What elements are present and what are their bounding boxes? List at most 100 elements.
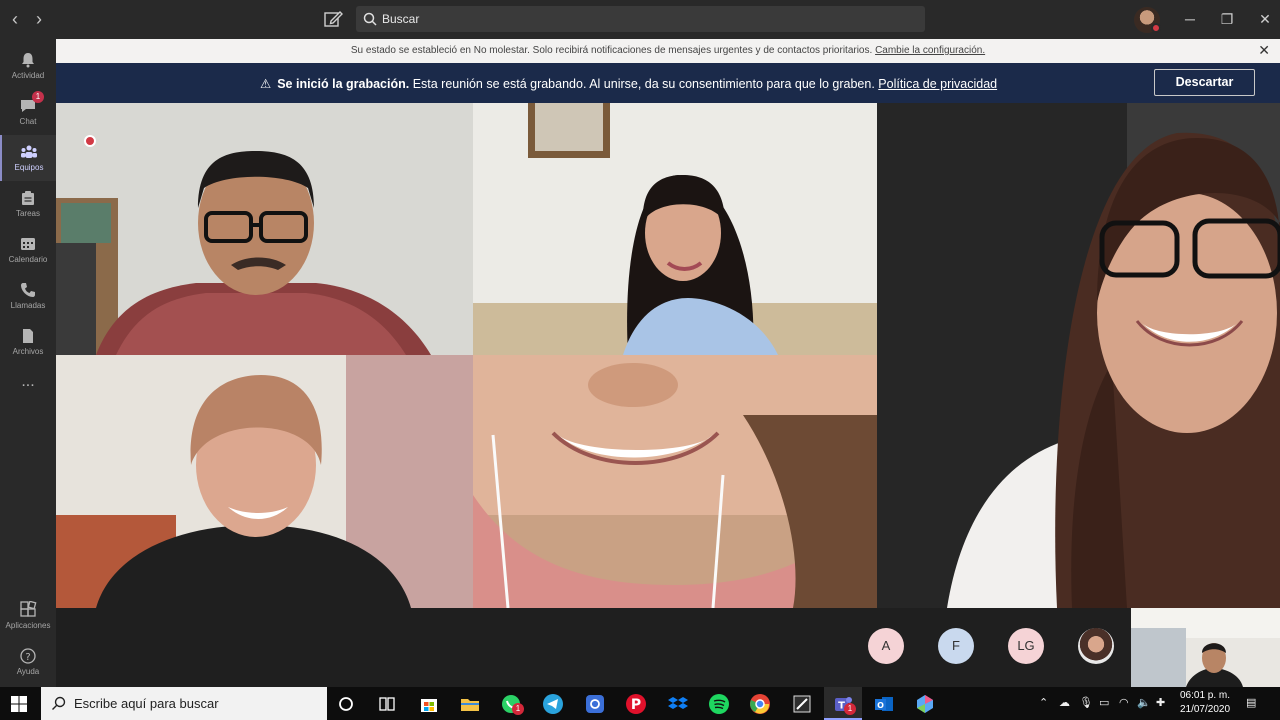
recording-title: Se inició la grabación.: [277, 77, 410, 91]
participant-video: [56, 103, 473, 355]
rail-label: Aplicaciones: [5, 621, 51, 630]
teams-icon: [21, 145, 37, 158]
video-tile-participant-1[interactable]: [56, 103, 473, 355]
rail-label: Tareas: [15, 209, 40, 218]
action-center-icon[interactable]: ▤: [1246, 696, 1256, 709]
participant-video: [473, 355, 877, 608]
windows-taskbar: Escribe aquí para buscar 1 P T 1 O ⌃ ☁ 🎙…: [0, 687, 1280, 720]
svg-text:O: O: [877, 701, 884, 710]
recording-indicator-icon: [84, 135, 96, 147]
volume-icon[interactable]: 🔈: [1137, 696, 1151, 709]
whatsapp-badge: 1: [512, 703, 524, 715]
rail-item-actividad[interactable]: Actividad: [0, 43, 56, 89]
restore-button[interactable]: ❐: [1216, 9, 1238, 29]
forward-arrow-icon[interactable]: ›: [29, 8, 49, 30]
rail-label: Actividad: [11, 71, 45, 80]
recording-message: ⚠ Se inició la grabación. Esta reunión se…: [260, 76, 997, 91]
video-tile-participant-4[interactable]: [56, 355, 473, 608]
svg-text:P: P: [631, 697, 641, 713]
back-arrow-icon[interactable]: ‹: [5, 8, 25, 30]
participant-avatar-lg[interactable]: LG: [1008, 628, 1044, 664]
svg-text:?: ?: [25, 652, 30, 663]
taskbar-search-input[interactable]: Escribe aquí para buscar: [41, 687, 327, 720]
assignments-icon: [22, 191, 34, 205]
rail-item-aplicaciones[interactable]: Aplicaciones: [0, 593, 56, 639]
pinterest-icon[interactable]: P: [625, 693, 647, 715]
warning-icon: ⚠: [260, 77, 272, 91]
dropbox-icon[interactable]: [667, 693, 689, 715]
calendar-icon: [21, 238, 35, 250]
apps-icon: [20, 601, 37, 617]
rail-item-tareas[interactable]: Tareas: [0, 181, 56, 227]
rail-label: Llamadas: [10, 301, 46, 310]
video-tile-participant-5[interactable]: [473, 355, 877, 608]
rail-label: Chat: [19, 117, 37, 126]
privacy-policy-link[interactable]: Política de privacidad: [878, 77, 997, 91]
instagram-icon[interactable]: [584, 693, 606, 715]
file-explorer-icon[interactable]: [459, 693, 481, 715]
rail-label: Archivos: [12, 347, 44, 356]
participant-video: [56, 355, 473, 608]
search-icon: [52, 696, 66, 710]
minimize-button[interactable]: ─: [1179, 9, 1201, 29]
rail-label: Calendario: [8, 255, 48, 264]
do-not-disturb-status-icon: [1151, 23, 1161, 33]
participant-avatar-f[interactable]: F: [938, 628, 974, 664]
rail-item-chat[interactable]: Chat 1: [0, 89, 56, 135]
battery-icon[interactable]: ▭: [1099, 696, 1109, 709]
rail-label: Equipos: [14, 163, 44, 172]
self-video: [1131, 608, 1280, 687]
task-view-icon[interactable]: [376, 693, 398, 715]
rail-item-equipos[interactable]: Equipos: [0, 135, 56, 181]
video-tile-participant-3[interactable]: [877, 103, 1280, 608]
title-bar: ‹ › Buscar ─ ❐ ✕: [0, 0, 1280, 39]
rail-item-archivos[interactable]: Archivos: [0, 319, 56, 365]
help-icon: ?: [20, 648, 36, 664]
cortana-icon[interactable]: [335, 693, 357, 715]
wifi-icon[interactable]: ◠: [1119, 696, 1129, 709]
participant-avatar-photo[interactable]: [1078, 628, 1114, 664]
search-placeholder: Buscar: [382, 12, 420, 26]
more-apps-button[interactable]: ...: [0, 373, 56, 419]
recording-banner: ⚠ Se inició la grabación. Esta reunión se…: [56, 63, 1280, 103]
rail-label: Ayuda: [16, 667, 40, 676]
antivirus-icon[interactable]: ✚: [1156, 696, 1165, 709]
participant-avatar-a[interactable]: A: [868, 628, 904, 664]
change-settings-link[interactable]: Cambie la configuración.: [875, 45, 985, 56]
teams-taskbar-app[interactable]: T 1: [824, 687, 862, 720]
rail-item-calendario[interactable]: Calendario: [0, 227, 56, 273]
search-input[interactable]: Buscar: [356, 6, 925, 32]
search-icon: [363, 12, 377, 26]
telegram-icon[interactable]: [542, 693, 564, 715]
video-tile-participant-2[interactable]: [473, 103, 877, 355]
outlook-icon[interactable]: O: [873, 693, 895, 715]
compose-icon[interactable]: [322, 8, 344, 30]
clock-time: 06:01 p. m.: [1179, 690, 1231, 701]
store-icon[interactable]: [418, 693, 440, 715]
microphone-icon[interactable]: 🎙: [1079, 696, 1093, 709]
rail-item-llamadas[interactable]: Llamadas: [0, 273, 56, 319]
rail-item-ayuda[interactable]: ? Ayuda: [0, 639, 56, 685]
system-clock[interactable]: 06:01 p. m. 21/07/2020: [1172, 689, 1238, 717]
photos-app-icon[interactable]: [914, 693, 936, 715]
dismiss-button[interactable]: Descartar: [1154, 69, 1255, 96]
bell-icon: [22, 53, 34, 68]
taskbar-search-placeholder: Escribe aquí para buscar: [74, 696, 219, 711]
close-window-button[interactable]: ✕: [1254, 9, 1276, 29]
files-icon: [23, 329, 33, 343]
windows-start-icon[interactable]: [10, 695, 28, 713]
clock-date: 21/07/2020: [1179, 704, 1231, 715]
chrome-icon[interactable]: [749, 693, 771, 715]
notes-app-icon[interactable]: [791, 693, 813, 715]
participant-video: [473, 103, 877, 355]
self-video-preview: [1131, 608, 1280, 687]
whatsapp-app[interactable]: 1: [500, 693, 524, 720]
phone-icon: [21, 283, 35, 297]
onedrive-icon[interactable]: ☁: [1059, 696, 1070, 709]
participant-video: [877, 103, 1280, 608]
unread-badge: 1: [32, 91, 44, 103]
recording-text: Esta reunión se está grabando. Al unirse…: [412, 77, 875, 91]
show-hidden-icons-icon[interactable]: ⌃: [1039, 696, 1048, 709]
close-icon[interactable]: ✕: [1258, 39, 1270, 62]
spotify-icon[interactable]: [708, 693, 730, 715]
